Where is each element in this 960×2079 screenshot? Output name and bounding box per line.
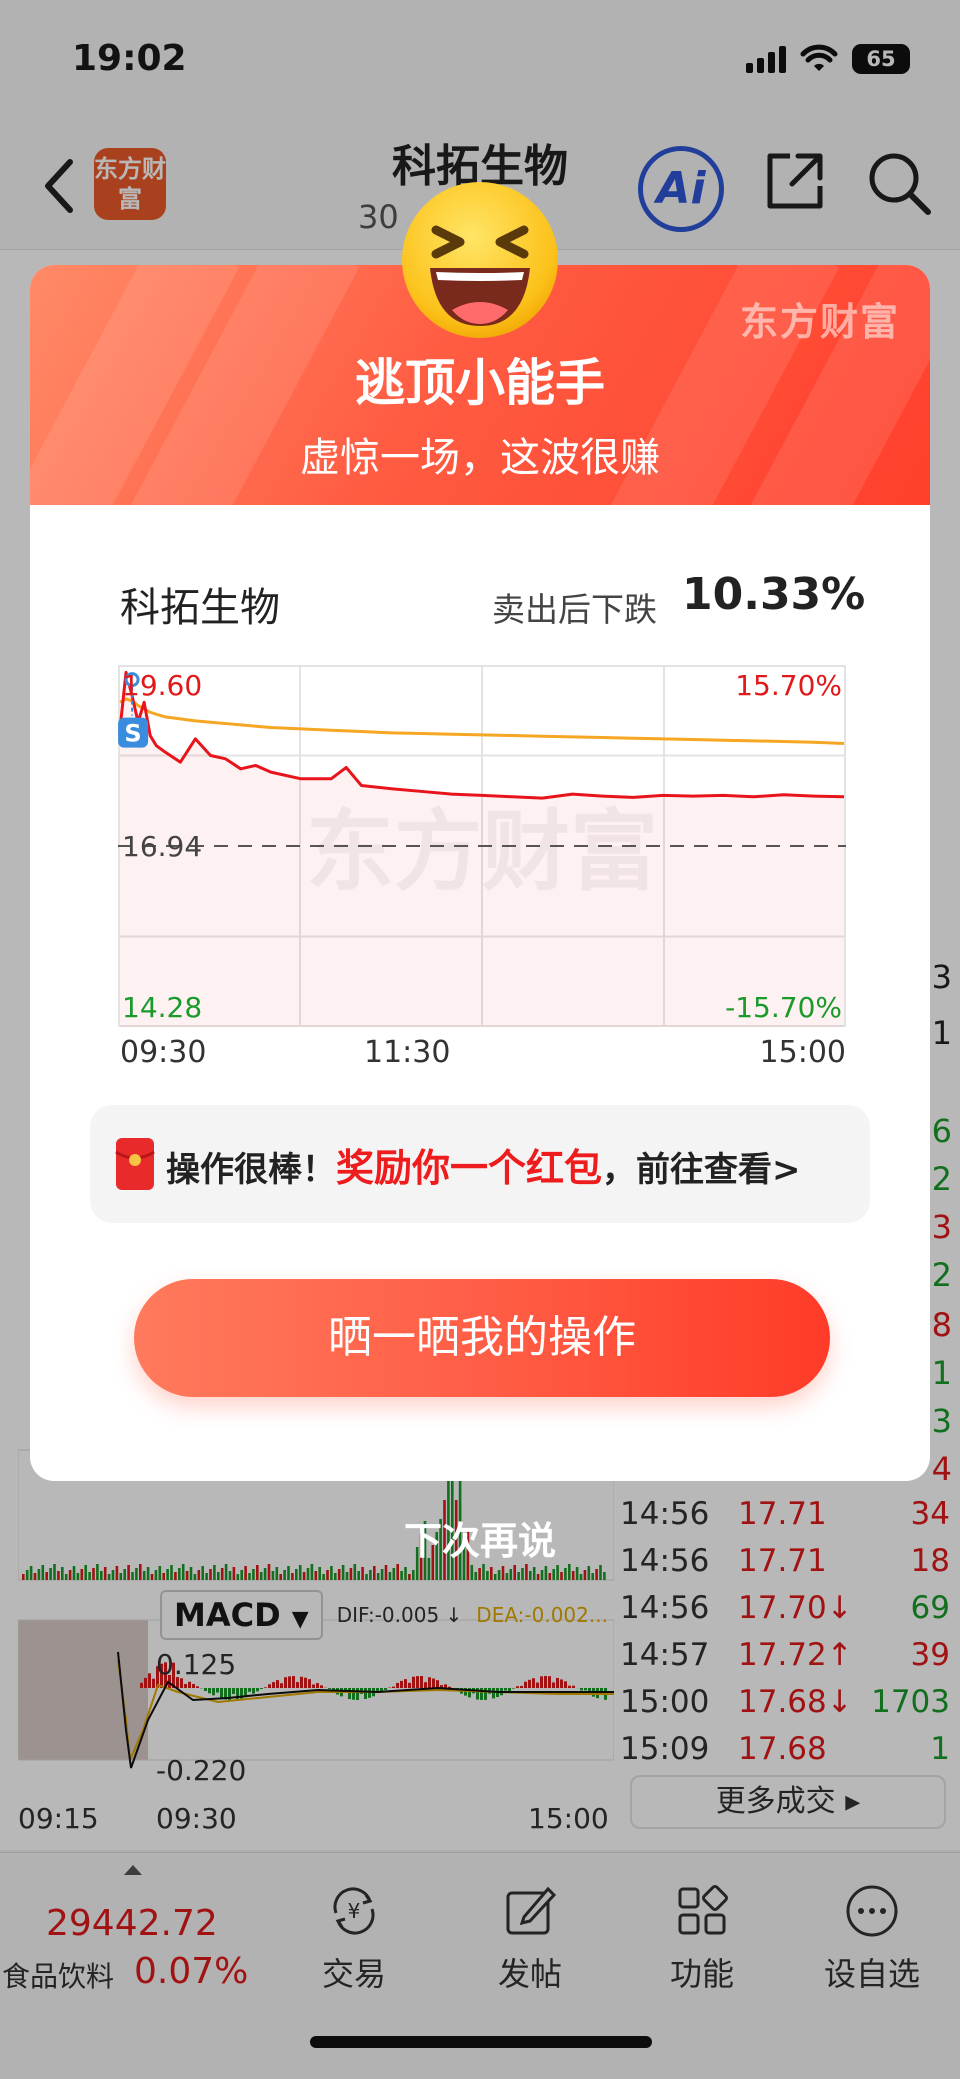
y-label-high: 19.60	[122, 669, 202, 702]
modal-title: 逃顶小能手	[355, 354, 605, 412]
x-tick-midday: 11:30	[364, 1035, 451, 1070]
drop-after-sell-value: 10.33%	[682, 569, 866, 620]
reward-link: ，前往查看>	[602, 1149, 801, 1190]
red-packet-icon	[115, 1138, 155, 1190]
modal-subtitle: 虚惊一场，这波很赚	[300, 435, 660, 481]
laughing-emoji-icon	[402, 182, 558, 338]
share-operation-button[interactable]: 晒一晒我的操作	[134, 1279, 830, 1397]
reward-highlight: 奖励你一个红包	[336, 1145, 603, 1190]
reward-text: 操作很棒！奖励你一个红包，前往查看>	[166, 1137, 801, 1192]
dismiss-button[interactable]: 下次再说	[380, 1510, 580, 1565]
intraday-price-chart: 东方财富S19.6016.9414.2815.70%-15.70%	[118, 665, 846, 1027]
y-label-pct-low: -15.70%	[725, 991, 842, 1024]
sell-marker-label: S	[124, 720, 141, 748]
drop-after-sell-label: 卖出后下跌	[492, 590, 657, 629]
x-tick-open: 09:30	[120, 1035, 207, 1070]
x-tick-close: 15:00	[759, 1035, 846, 1070]
achievement-modal: 东方财富 逃顶小能手 虚惊一场，这波很赚 科拓生物 卖出后下跌 10.33% 东…	[30, 265, 930, 1481]
modal-stock-name: 科拓生物	[120, 585, 280, 631]
reward-prefix: 操作很棒！	[166, 1149, 336, 1190]
chart-x-axis: 09:30 11:30 15:00	[120, 1035, 846, 1075]
y-label-pct-high: 15.70%	[735, 669, 842, 702]
modal-brand-watermark: 东方财富	[739, 300, 900, 344]
y-label-low: 14.28	[122, 991, 202, 1024]
red-packet-reward-card[interactable]: 操作很棒！奖励你一个红包，前往查看>	[90, 1105, 870, 1223]
y-label-reference: 16.94	[122, 830, 202, 863]
